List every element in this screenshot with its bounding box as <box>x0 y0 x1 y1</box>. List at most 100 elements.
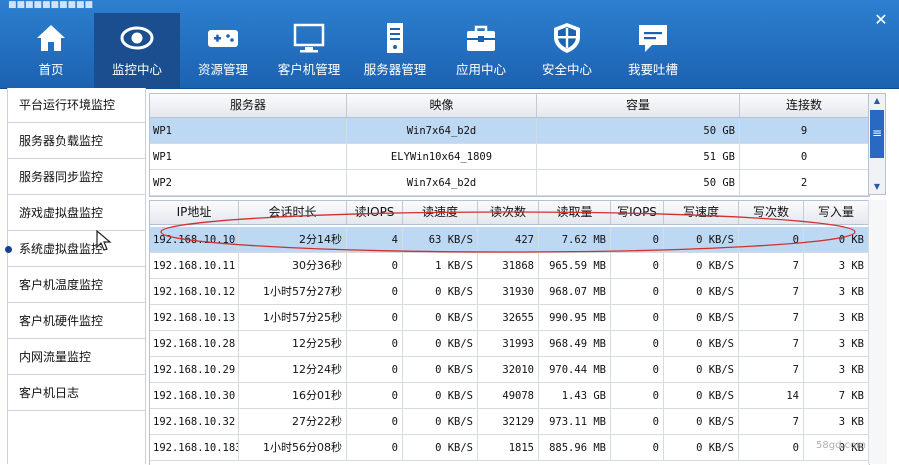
table-cell: Win7x64_b2d <box>347 118 537 144</box>
nav-label: 监控中心 <box>111 62 162 77</box>
watermark: 58gd.com <box>816 440 866 451</box>
sidebar-item[interactable]: 内网流量监控 <box>8 340 145 375</box>
table-cell: WP1 <box>150 144 347 170</box>
table-cell: 0 KB/S <box>403 279 478 305</box>
table-cell: 2 <box>740 170 869 196</box>
close-icon: ✕ <box>874 10 888 29</box>
sidebar-item[interactable]: 客户机温度监控 <box>8 268 145 303</box>
table-cell: 32010 <box>478 357 539 383</box>
table-cell: 885.96 MB <box>539 435 611 461</box>
active-indicator-icon <box>5 246 12 253</box>
server-image-table: 服务器 映像 容量 连接数 WP1 Win7x64_b2d 50 GB 9 WP1 ELYWin… <box>149 93 870 197</box>
table-cell: 0 <box>739 435 804 461</box>
table-cell: 0 KB/S <box>664 253 739 279</box>
column-header[interactable]: 映像 <box>347 94 537 117</box>
table-cell: 192.168.10.183 <box>150 435 239 461</box>
table-cell: Win7x64_b2d <box>347 170 537 196</box>
nav-home[interactable]: 首页 <box>8 13 94 88</box>
table-cell: 192.168.10.32 <box>150 409 239 435</box>
eye-icon <box>120 26 154 50</box>
scroll-thumb[interactable]: ≡ <box>870 110 884 158</box>
table-row[interactable]: 192.168.10.13 1小时57分25秒 0 0 KB/S 32655 990.95… <box>150 305 869 331</box>
table-cell: 1小时57分27秒 <box>239 279 347 305</box>
column-header[interactable]: 容量 <box>537 94 740 117</box>
sidebar-item[interactable]: 服务器负载监控 <box>8 124 145 159</box>
sidebar-item[interactable]: 服务器同步监控 <box>8 160 145 195</box>
nav-label: 我要吐槽 <box>627 62 678 77</box>
table-cell: 192.168.10.30 <box>150 383 239 409</box>
sidebar-item[interactable]: 客户机日志 <box>8 376 145 411</box>
table-cell: 3 KB <box>804 357 869 383</box>
table-cell: 973.11 MB <box>539 409 611 435</box>
nav-chat[interactable]: 我要吐槽 <box>610 13 696 88</box>
grip-icon: ≡ <box>871 126 883 140</box>
nav-shield[interactable]: 安全中心 <box>524 13 610 88</box>
table-cell: 0 <box>611 383 664 409</box>
table-cell: 7 <box>739 357 804 383</box>
table-row[interactable]: 192.168.10.28 12分25秒 0 0 KB/S 31993 968.49 MB… <box>150 331 869 357</box>
nav-server[interactable]: 服务器管理 <box>352 13 438 88</box>
table-cell: 0 <box>611 357 664 383</box>
table-cell: 0 <box>611 435 664 461</box>
table-cell: 0 KB/S <box>403 409 478 435</box>
table-cell: 3 KB <box>804 409 869 435</box>
table-cell: 1小时56分08秒 <box>239 435 347 461</box>
table-cell: 7 <box>739 279 804 305</box>
table-row[interactable]: WP1 ELYWin10x64_1809 51 GB 0 <box>150 144 869 170</box>
sidebar-item[interactable]: 游戏虚拟盘监控 <box>8 196 145 231</box>
nav-label: 应用中心 <box>455 62 506 77</box>
server-table-header: 服务器 映像 容量 连接数 <box>150 94 869 118</box>
table-cell: 0 KB/S <box>664 435 739 461</box>
table-row[interactable]: 192.168.10.32 27分22秒 0 0 KB/S 32129 973.11 MB… <box>150 409 869 435</box>
table-cell: 192.168.10.12 <box>150 279 239 305</box>
mouse-cursor-icon <box>96 229 112 266</box>
table-cell: 0 <box>611 331 664 357</box>
table-cell: 0 <box>611 279 664 305</box>
table-cell: 0 <box>347 357 403 383</box>
table-cell: 192.168.10.11 <box>150 253 239 279</box>
column-header[interactable]: 服务器 <box>150 94 347 117</box>
nav-monitor[interactable]: 客户机管理 <box>266 13 352 88</box>
table-row[interactable]: 192.168.10.11 30分36秒 0 1 KB/S 31868 965.59 MB… <box>150 253 869 279</box>
table-cell: 0 <box>347 331 403 357</box>
sidebar-item-label: 客户机温度监控 <box>19 278 104 292</box>
table-row[interactable]: 192.168.10.183 1小时56分08秒 0 0 KB/S 1815 885.96… <box>150 435 869 461</box>
table-row[interactable]: WP1 Win7x64_b2d 50 GB 9 <box>150 118 869 144</box>
table-cell: 0 KB/S <box>664 409 739 435</box>
nav-gamepad[interactable]: 资源管理 <box>180 13 266 88</box>
nav-eye[interactable]: 监控中心 <box>94 13 180 88</box>
table-cell: 0 <box>347 435 403 461</box>
sidebar-item[interactable]: 客户机硬件监控 <box>8 304 145 339</box>
server-table-scrollbar[interactable]: ▲ ≡ ▼ <box>868 93 886 195</box>
table-cell: 192.168.10.29 <box>150 357 239 383</box>
table-row[interactable]: 192.168.10.30 16分01秒 0 0 KB/S 49078 1.43 GB 0 0… <box>150 383 869 409</box>
sidebar-item[interactable]: 系统虚拟盘监控 <box>5 229 145 267</box>
table-row[interactable]: 192.168.10.29 12分24秒 0 0 KB/S 32010 970.44 MB… <box>150 357 869 383</box>
sidebar-item-label: 服务器同步监控 <box>19 170 104 184</box>
table-cell: 0 <box>347 409 403 435</box>
column-header[interactable]: 连接数 <box>740 94 869 117</box>
scroll-up-icon[interactable]: ▲ <box>872 97 882 105</box>
sidebar-item-label: 客户机日志 <box>19 386 80 400</box>
table-cell: 0 KB/S <box>664 305 739 331</box>
table-row[interactable]: 192.168.10.12 1小时57分27秒 0 0 KB/S 31930 968.07… <box>150 279 869 305</box>
table-cell: WP2 <box>150 170 347 196</box>
table-cell: 1815 <box>478 435 539 461</box>
table-cell: 14 <box>739 383 804 409</box>
nav-toolbox[interactable]: 应用中心 <box>438 13 524 88</box>
table-cell: 0 <box>611 305 664 331</box>
nav-label: 资源管理 <box>197 62 248 77</box>
gamepad-icon <box>208 30 238 47</box>
table-cell: 7 KB <box>804 383 869 409</box>
table-cell: 7 <box>739 253 804 279</box>
scroll-down-icon[interactable]: ▼ <box>872 183 882 191</box>
table-cell: 0 <box>347 279 403 305</box>
sidebar-item[interactable]: 平台运行环境监控 <box>8 88 145 123</box>
table-cell: 0 KB/S <box>664 383 739 409</box>
table-cell: 9 <box>740 118 869 144</box>
shield-icon <box>554 23 580 53</box>
close-button[interactable]: ✕ <box>873 12 889 28</box>
table-cell: 1.43 GB <box>539 383 611 409</box>
table-row[interactable]: WP2 Win7x64_b2d 50 GB 2 <box>150 170 869 196</box>
session-table-scrollbar[interactable] <box>868 200 887 464</box>
